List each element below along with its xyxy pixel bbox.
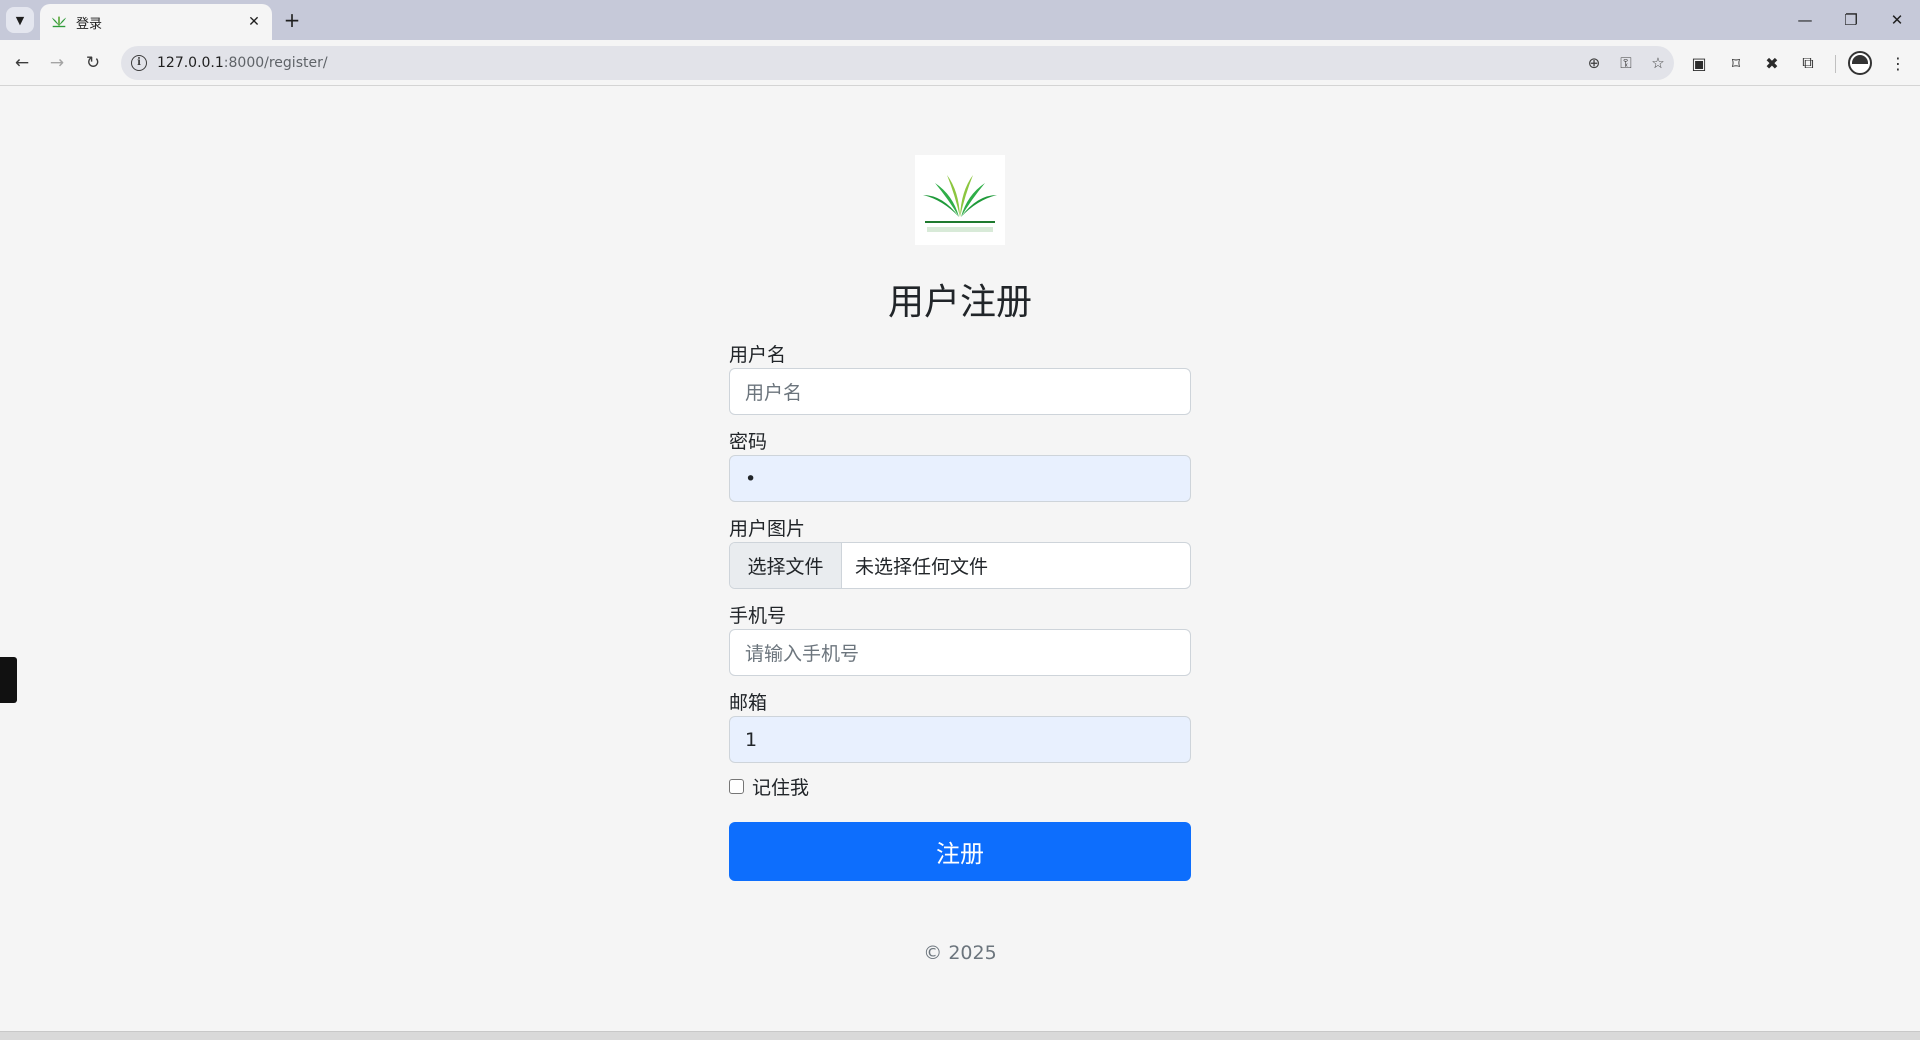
- phone-input[interactable]: 请输入手机号: [729, 629, 1191, 676]
- plus-icon[interactable]: +: [280, 8, 304, 32]
- email-input[interactable]: 1: [729, 716, 1191, 763]
- puzzle-icon[interactable]: ⧉: [1793, 49, 1823, 77]
- horizontal-scrollbar[interactable]: [0, 1031, 1920, 1040]
- remember-checkbox[interactable]: [729, 779, 744, 794]
- reading-mode-icon[interactable]: ▣: [1684, 49, 1714, 77]
- username-input[interactable]: 用户名: [729, 368, 1191, 415]
- avatar[interactable]: [1848, 51, 1872, 75]
- browser-toolbar: ← → ↻ i 127.0.0.1:8000/register/ ⊕ ⚿ ☆ ▣…: [0, 40, 1920, 86]
- url-text[interactable]: 127.0.0.1:8000/register/: [157, 55, 1578, 71]
- phone-label: 手机号: [729, 605, 787, 627]
- tab-active[interactable]: 登录 ✕: [40, 4, 272, 40]
- username-label: 用户名: [729, 344, 787, 366]
- zoom-icon[interactable]: ⊕: [1578, 49, 1610, 77]
- password-input[interactable]: •: [729, 455, 1191, 502]
- register-button[interactable]: 注册: [729, 822, 1191, 881]
- plant-logo-icon: [51, 16, 67, 28]
- avatar-label: 用户图片: [729, 518, 806, 540]
- kebab-menu-icon[interactable]: ⋮: [1883, 49, 1913, 77]
- avatar-file-input[interactable]: 选择文件 未选择任何文件: [729, 542, 1191, 589]
- page-title: 用户注册: [887, 282, 1032, 323]
- extension-x-icon[interactable]: ✖: [1757, 49, 1787, 77]
- reload-icon[interactable]: ↻: [79, 49, 107, 77]
- arrow-left-icon[interactable]: ←: [8, 49, 36, 77]
- tab-title: 登录: [76, 16, 103, 32]
- chevron-down-icon: ▼: [15, 13, 25, 27]
- minimize-icon[interactable]: —: [1790, 8, 1820, 32]
- arrow-right-icon[interactable]: →: [43, 49, 71, 77]
- bookmark-icon[interactable]: ⌑: [1721, 49, 1751, 77]
- tab-search-button[interactable]: ▼: [6, 7, 34, 33]
- file-status: 未选择任何文件: [855, 556, 989, 578]
- footer-copyright: © 2025: [923, 942, 997, 964]
- choose-file-button[interactable]: 选择文件: [730, 543, 842, 588]
- plant-logo-icon: [923, 175, 997, 232]
- password-label: 密码: [729, 431, 768, 453]
- toolbar-divider: [1835, 55, 1836, 73]
- close-icon[interactable]: ✕: [244, 12, 264, 32]
- key-icon[interactable]: ⚿: [1610, 49, 1642, 77]
- info-icon[interactable]: i: [131, 55, 147, 71]
- page-content: 用户注册 用户名 用户名 密码 • 用户图片 选择文件 未选择任何文件 手机号 …: [0, 87, 1920, 1031]
- address-bar[interactable]: i 127.0.0.1:8000/register/ ⊕ ⚿ ☆: [121, 46, 1674, 80]
- remember-label[interactable]: 记住我: [752, 773, 809, 800]
- site-logo: [915, 155, 1005, 245]
- window-close-icon[interactable]: ✕: [1882, 8, 1912, 32]
- restore-icon[interactable]: ❐: [1836, 8, 1866, 32]
- email-label: 邮箱: [729, 692, 768, 714]
- side-widget-tab[interactable]: [0, 657, 17, 703]
- remember-row: 记住我: [729, 773, 809, 800]
- star-icon[interactable]: ☆: [1642, 49, 1674, 77]
- tab-strip: ▼ 登录 ✕ + — ❐ ✕: [0, 0, 1920, 40]
